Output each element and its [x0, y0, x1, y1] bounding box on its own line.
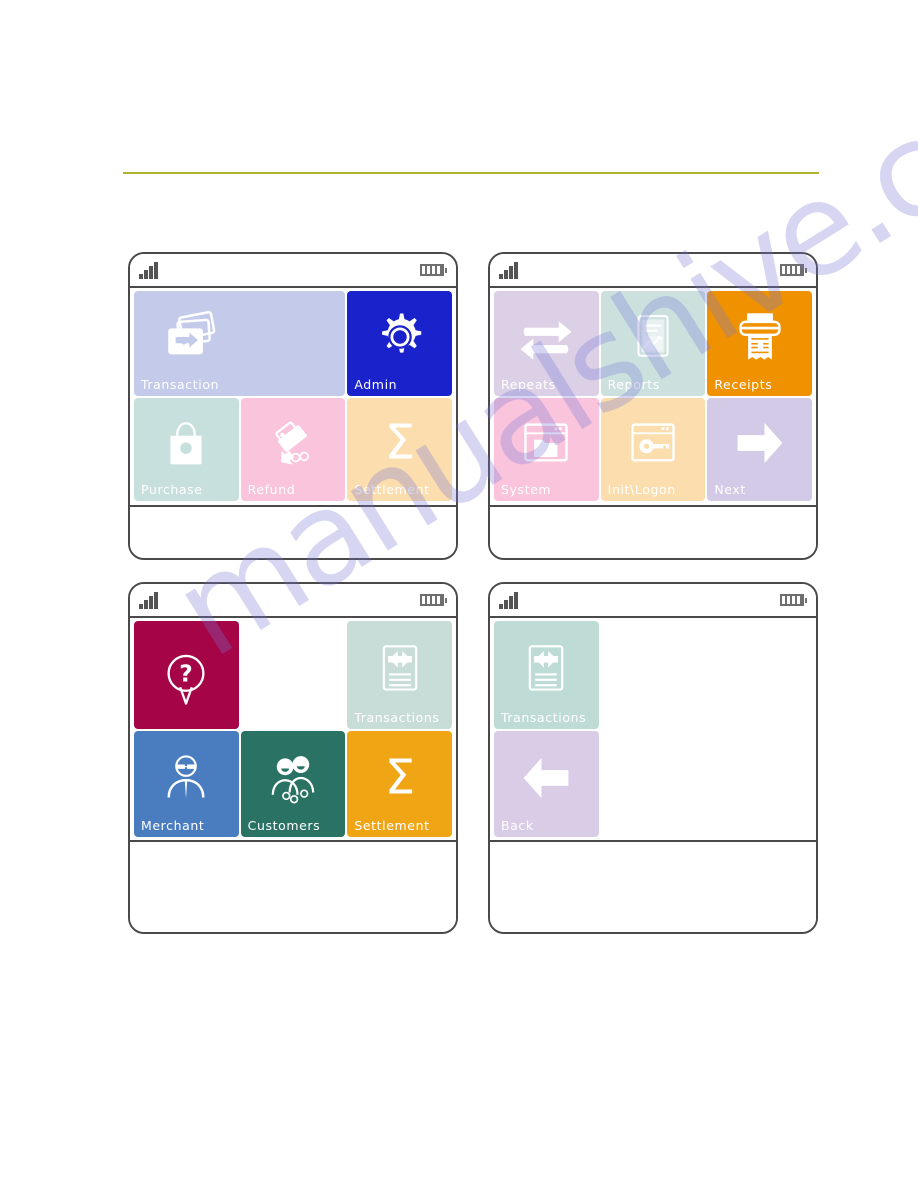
tile-label: Transaction — [141, 376, 220, 392]
tile-merchant[interactable]: Merchant — [134, 731, 239, 837]
tile-empty — [707, 621, 812, 729]
tile-empty — [241, 621, 346, 729]
tile-label: Transactions — [354, 709, 440, 725]
report-chart-icon — [601, 291, 706, 378]
svg-text:?: ? — [180, 660, 193, 687]
tile-label: Repeats — [501, 376, 556, 392]
status-bar — [130, 584, 456, 618]
svg-text:Σ: Σ — [384, 750, 414, 806]
tile-label: Admin — [354, 376, 398, 392]
tile-label: System — [501, 481, 552, 497]
merchant-person-icon — [134, 731, 239, 819]
tile-label: Merchant — [141, 817, 205, 833]
shopping-bag-icon — [134, 398, 239, 483]
tile-label: Next — [714, 481, 746, 497]
status-bar — [490, 254, 816, 288]
tile-purchase[interactable]: Purchase — [134, 398, 239, 501]
window-key-icon — [601, 398, 706, 483]
battery-icon — [779, 594, 807, 606]
gear-icon — [347, 291, 452, 378]
tile-label: Init\Logon — [607, 481, 676, 497]
admin-menu-screen: Repeats Reports Receipts System Init\Logon Ne… — [488, 252, 818, 560]
tile-label: Refund — [247, 481, 296, 497]
card-transaction-icon: $ — [134, 291, 345, 378]
tile-next[interactable]: Next — [707, 398, 812, 501]
device-screenshot-group: $ Transaction Admin Purchase Refund Σ Settleme… — [0, 0, 918, 1188]
tile-transaction[interactable]: $ Transaction — [134, 291, 346, 396]
tile-label: Transactions — [501, 709, 587, 725]
printer-receipt-icon — [707, 291, 812, 378]
window-folder-icon — [494, 398, 599, 483]
tile-label: Settlement — [354, 817, 430, 833]
tile-grid: Repeats Reports Receipts System Init\Logon Ne… — [490, 288, 816, 502]
arrow-right-icon — [707, 398, 812, 483]
tile-empty — [601, 731, 706, 837]
battery-icon — [419, 594, 447, 606]
screen-footer-area — [130, 505, 456, 558]
screen-footer-area — [130, 840, 456, 932]
tile-init-logon[interactable]: Init\Logon — [600, 398, 706, 501]
customers-people-icon — [241, 731, 346, 819]
tile-grid: $ Transaction Admin Purchase Refund Σ Settleme… — [130, 288, 456, 502]
screen-content: Transactions Back — [490, 618, 816, 932]
repeat-arrows-icon — [494, 291, 599, 378]
document-transfer-icon — [347, 621, 452, 711]
battery-icon — [419, 264, 447, 276]
tile-label: Back — [501, 817, 534, 833]
tile-back[interactable]: Back — [494, 731, 599, 837]
screen-footer-area — [490, 505, 816, 558]
question-bubble-icon: ? — [134, 621, 239, 729]
tile-admin[interactable]: Admin — [347, 291, 452, 396]
tile-settlement[interactable]: Σ Settlement — [347, 398, 452, 501]
tile-repeats[interactable]: Repeats — [494, 291, 599, 396]
tile-grid: ? Transactions Merchant Customers Σ Settlemen… — [130, 618, 456, 838]
screen-footer-area — [490, 840, 816, 932]
main-menu-screen: $ Transaction Admin Purchase Refund Σ Settleme… — [128, 252, 458, 560]
arrow-left-icon — [494, 731, 599, 819]
signal-bars-icon — [499, 261, 518, 279]
tile-transactions[interactable]: Transactions — [347, 621, 452, 729]
reports-menu-screen: ? Transactions Merchant Customers Σ Settlemen… — [128, 582, 458, 934]
tile-grid: Transactions Back — [490, 618, 816, 838]
tile-receipts[interactable]: Receipts — [707, 291, 812, 396]
status-bar — [130, 254, 456, 288]
tile-label: Reports — [607, 376, 660, 392]
tile-refund[interactable]: Refund — [240, 398, 346, 501]
screen-content: $ Transaction Admin Purchase Refund Σ Settleme… — [130, 288, 456, 558]
signal-bars-icon — [139, 591, 158, 609]
signal-bars-icon — [499, 591, 518, 609]
tile-label: Receipts — [714, 376, 773, 392]
battery-icon — [779, 264, 807, 276]
tile-empty — [601, 621, 706, 729]
tile-label: Customers — [247, 817, 321, 833]
tile-settlement[interactable]: Σ Settlement — [347, 731, 452, 837]
screen-content: ? Transactions Merchant Customers Σ Settlemen… — [130, 618, 456, 932]
tile-help[interactable]: ? — [134, 621, 239, 729]
signal-bars-icon — [139, 261, 158, 279]
tile-label: Purchase — [141, 481, 203, 497]
sigma-icon: Σ — [347, 398, 452, 483]
tile-empty — [707, 731, 812, 837]
tile-system[interactable]: System — [494, 398, 599, 501]
svg-text:Σ: Σ — [384, 415, 414, 471]
refund-money-icon — [241, 398, 346, 483]
svg-text:$: $ — [181, 336, 187, 347]
tile-reports[interactable]: Reports — [600, 291, 706, 396]
tile-transactions[interactable]: Transactions — [494, 621, 599, 729]
tile-label: Settlement — [354, 481, 430, 497]
screen-content: Repeats Reports Receipts System Init\Logon Ne… — [490, 288, 816, 558]
status-bar — [490, 584, 816, 618]
document-transfer-icon — [494, 621, 599, 711]
transactions-submenu-screen: Transactions Back — [488, 582, 818, 934]
sigma-icon: Σ — [347, 731, 452, 819]
tile-customers[interactable]: Customers — [240, 731, 346, 837]
